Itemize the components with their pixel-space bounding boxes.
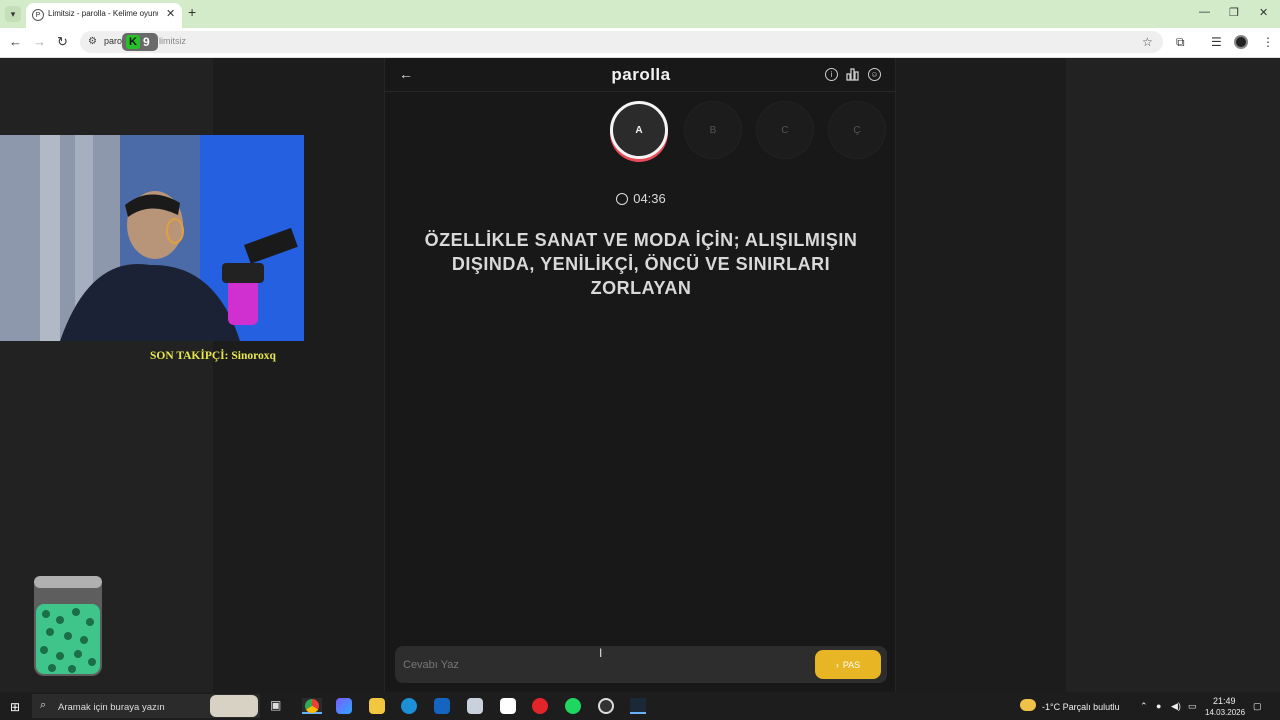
app-title: parolla bbox=[611, 65, 671, 84]
windows-start-icon[interactable]: ⊞ bbox=[10, 700, 20, 714]
tab-search-button[interactable]: ▾ bbox=[5, 6, 21, 22]
address-bar[interactable]: ⚙ parolla limitsiz K 9 bbox=[80, 31, 1163, 53]
tab-title: Limitsiz - parolla - Kelime oyunu bbox=[48, 9, 158, 18]
site-info-icon[interactable]: ⚙ bbox=[88, 36, 97, 47]
task-view-icon[interactable]: ▣ bbox=[270, 698, 286, 714]
reload-icon[interactable]: ↻ bbox=[57, 34, 68, 50]
tray-overflow-icon[interactable]: ⌃ bbox=[1140, 701, 1148, 712]
menu-icon[interactable]: ⋮ bbox=[1262, 35, 1274, 49]
clock-date[interactable]: 14.03.2026 bbox=[1205, 708, 1245, 717]
search-icon: ⌕ bbox=[40, 699, 47, 711]
letter-circle-cedilla: Ç bbox=[829, 102, 885, 158]
stats-icon[interactable] bbox=[846, 68, 859, 81]
answer-bar: › PAS bbox=[395, 646, 887, 683]
minimize-icon[interactable]: — bbox=[1199, 6, 1210, 18]
windows-taskbar: ⊞ ⌕ Aramak için buraya yazın ▣ -1°C Parç… bbox=[0, 692, 1280, 720]
search-highlight-image bbox=[210, 695, 258, 717]
media-controls-icon[interactable]: ☰ bbox=[1211, 35, 1222, 49]
spotify-taskbar-icon[interactable] bbox=[565, 698, 581, 714]
pass-button[interactable]: › PAS bbox=[815, 650, 881, 679]
clover-jar-image bbox=[32, 574, 104, 678]
question-text: ÖZELLİKLE SANAT VE MODA İÇİN; ALIŞILMIŞI… bbox=[424, 230, 858, 298]
clock-icon bbox=[616, 193, 629, 205]
volume-icon[interactable]: ◀) bbox=[1171, 701, 1181, 712]
taskbar-search-text: Aramak için buraya yazın bbox=[58, 702, 165, 713]
obs-taskbar-icon[interactable] bbox=[598, 698, 614, 714]
page-viewport: ← parolla i ☺ A B C Ç 04:36 ÖZELLİKLE SA… bbox=[0, 58, 1280, 692]
app-header: ← parolla i ☺ bbox=[385, 58, 897, 92]
info-icon[interactable]: i bbox=[825, 68, 838, 81]
bookmark-star-icon[interactable]: ☆ bbox=[1142, 35, 1153, 49]
microphone-icon[interactable]: ● bbox=[1156, 701, 1161, 711]
webcam-overlay bbox=[0, 135, 304, 341]
letter-circle-a: A bbox=[610, 101, 668, 159]
profile-avatar[interactable] bbox=[1234, 35, 1248, 49]
browser-toolbar: ← → ↻ ⚙ parolla limitsiz K 9 ☆ ⧉ ☰ ⋮ bbox=[0, 28, 1280, 58]
network-icon[interactable]: ▭ bbox=[1188, 701, 1197, 712]
k9-logo-overlay: K 9 bbox=[122, 33, 158, 51]
copilot-taskbar-icon[interactable] bbox=[336, 698, 352, 714]
weather-icon[interactable] bbox=[1020, 699, 1036, 711]
clock-time[interactable]: 21:49 bbox=[1213, 696, 1236, 706]
letter-circle-c: C bbox=[757, 102, 813, 158]
store-taskbar-icon[interactable] bbox=[500, 698, 516, 714]
steam-taskbar-icon[interactable] bbox=[630, 698, 646, 714]
last-follower-label: SON TAKİPÇİ: Sinoroxq bbox=[150, 350, 276, 362]
parolla-favicon-icon: P bbox=[32, 9, 44, 21]
edge-taskbar-icon[interactable] bbox=[401, 698, 417, 714]
new-tab-icon[interactable]: + bbox=[188, 4, 196, 20]
timer: 04:36 bbox=[385, 191, 897, 206]
weather-text[interactable]: -1°C Parçalı bulutlu bbox=[1042, 702, 1120, 712]
tab-close-icon[interactable]: ✕ bbox=[166, 7, 175, 20]
extensions-icon[interactable]: ⧉ bbox=[1176, 35, 1185, 50]
notifications-icon[interactable]: ▢ bbox=[1253, 701, 1262, 712]
letter-circle-b: B bbox=[685, 102, 741, 158]
k9-logo-k: K bbox=[126, 35, 140, 49]
forward-icon[interactable]: → bbox=[33, 34, 46, 49]
k9-logo-9: 9 bbox=[143, 35, 150, 49]
answer-input[interactable] bbox=[403, 655, 793, 675]
back-icon[interactable]: ← bbox=[9, 34, 22, 49]
browser-tab[interactable]: P Limitsiz - parolla - Kelime oyunu ✕ bbox=[26, 3, 182, 28]
game-container: ← parolla i ☺ A B C Ç 04:36 ÖZELLİKLE SA… bbox=[384, 58, 897, 692]
outlook-taskbar-icon[interactable] bbox=[434, 698, 450, 714]
recorder-taskbar-icon[interactable] bbox=[532, 698, 548, 714]
app-taskbar-icon[interactable] bbox=[467, 698, 483, 714]
window-close-icon[interactable]: ✕ bbox=[1259, 6, 1268, 19]
browser-tab-bar: ▾ P Limitsiz - parolla - Kelime oyunu ✕ … bbox=[0, 0, 1280, 28]
restore-icon[interactable]: ❐ bbox=[1229, 6, 1239, 19]
timer-value: 04:36 bbox=[633, 191, 666, 206]
file-explorer-taskbar-icon[interactable] bbox=[369, 698, 385, 714]
chrome-taskbar-icon[interactable] bbox=[302, 698, 322, 714]
taskbar-search[interactable]: ⌕ Aramak için buraya yazın bbox=[32, 694, 260, 718]
pass-label: PAS bbox=[842, 659, 861, 670]
text-cursor-icon: I bbox=[599, 646, 603, 660]
chevron-right-icon: › bbox=[835, 659, 839, 670]
right-background-panel bbox=[1066, 58, 1280, 692]
user-icon[interactable]: ☺ bbox=[868, 68, 881, 81]
